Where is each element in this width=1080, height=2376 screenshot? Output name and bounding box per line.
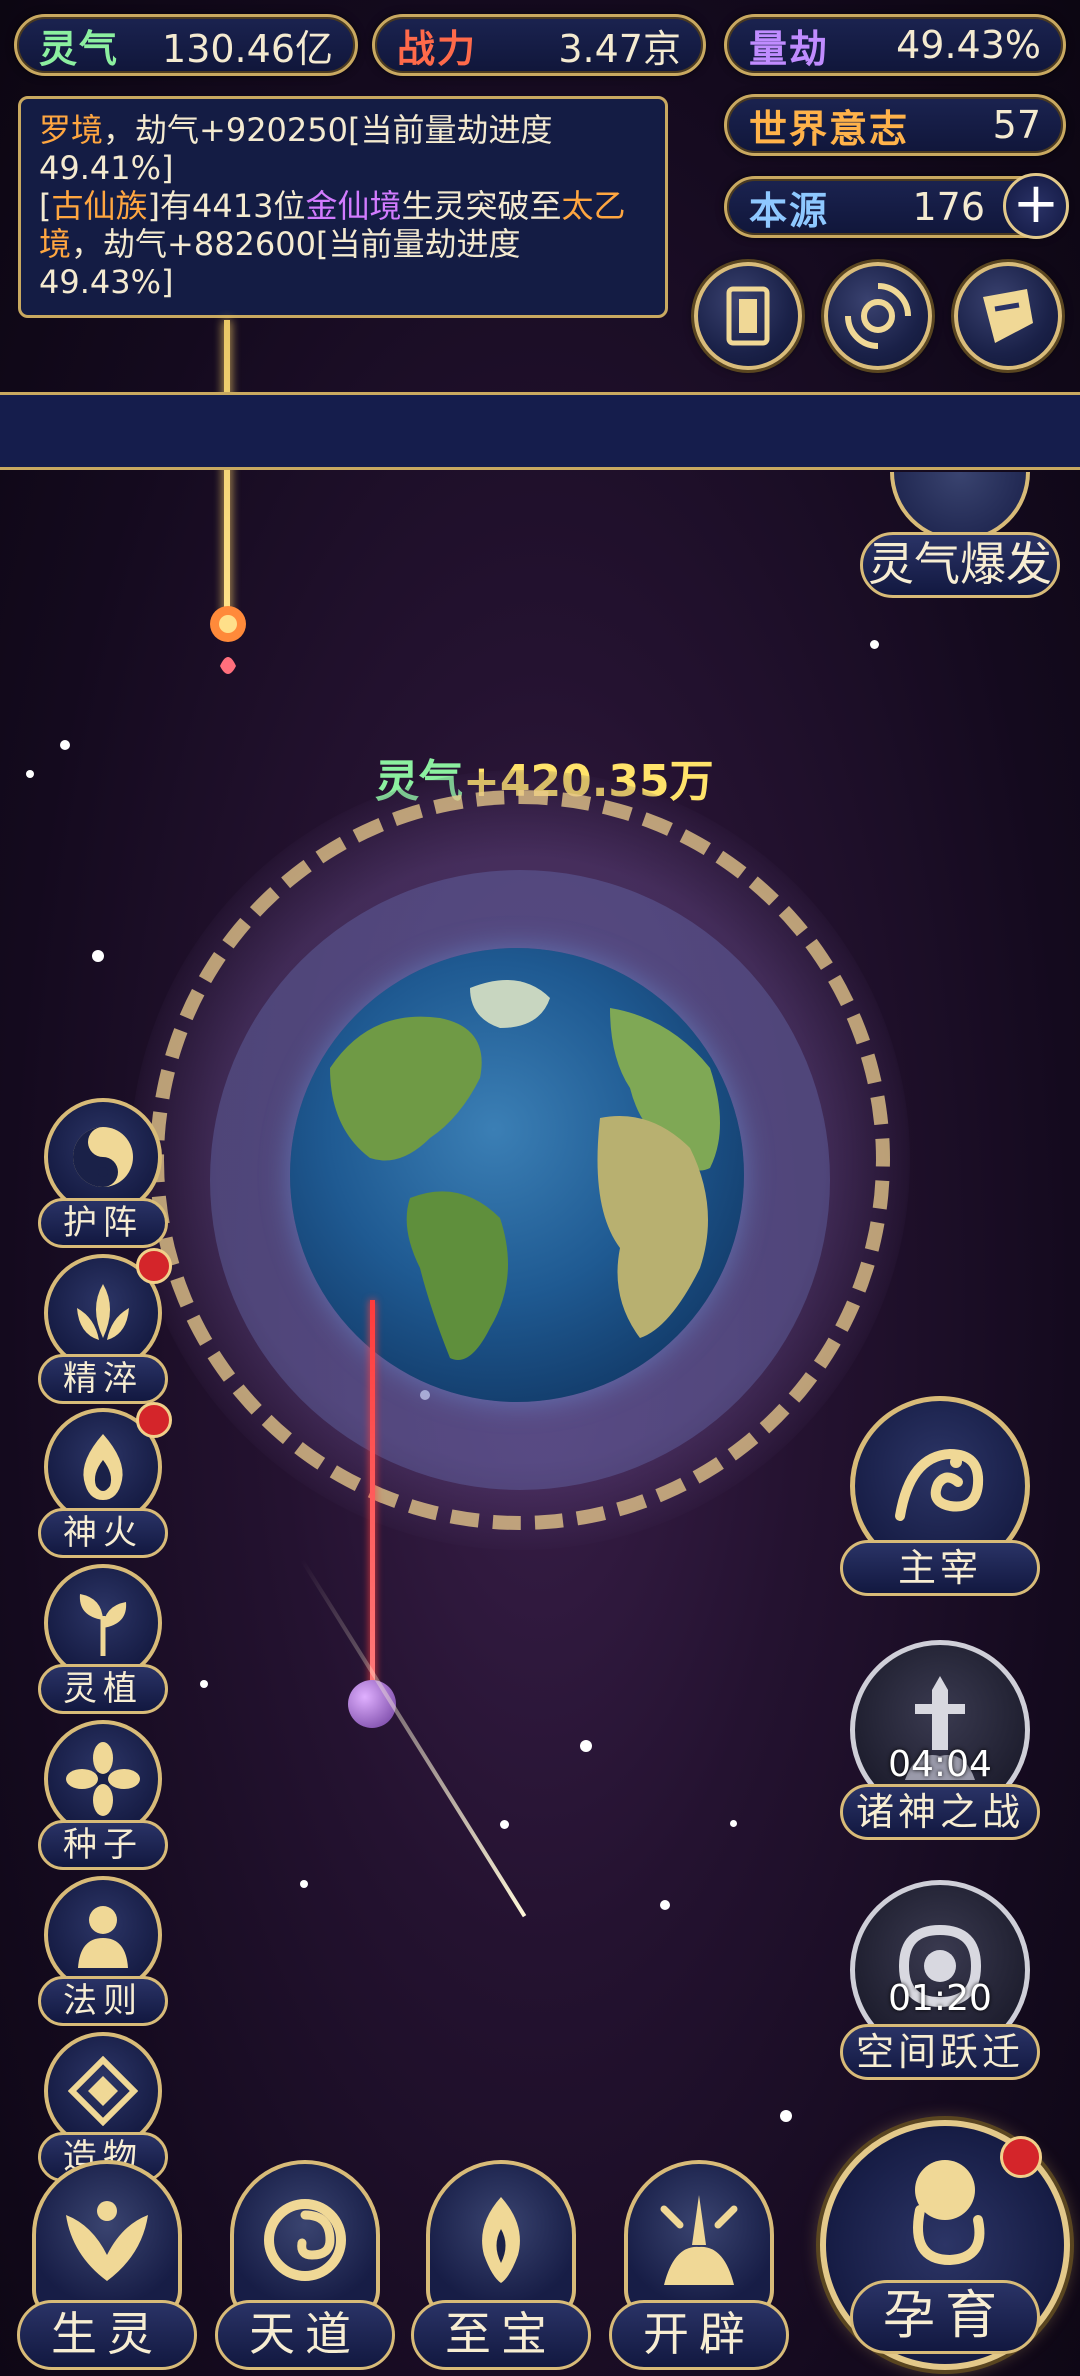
shijie-label: 世界意志 [749, 106, 910, 151]
feature-lingzhi[interactable]: 灵植 [38, 1564, 168, 1714]
notification-badge [136, 1248, 172, 1284]
scroll-icon [983, 289, 1033, 343]
feature-label: 诸神之战 [840, 1784, 1040, 1840]
log-text: 生灵突破至 [401, 187, 562, 225]
feature-label: 法则 [38, 1976, 168, 2026]
nav-label: 开辟 [609, 2300, 789, 2370]
treasure-icon [426, 2160, 576, 2320]
lingqi-label: 灵气 [39, 26, 120, 71]
feature-gods-war[interactable]: 04:04 诸神之战 [840, 1640, 1040, 1840]
star [580, 1740, 592, 1752]
benyuan-value: 176 [912, 185, 985, 229]
nav-tiandao[interactable]: 天道 [210, 2160, 400, 2370]
feature-label: 神火 [38, 1508, 168, 1558]
notification-badge [136, 1402, 172, 1438]
star [500, 1820, 509, 1829]
phoenix-icon [32, 2160, 182, 2320]
energy-beam [224, 320, 230, 620]
liangjie-value: 49.43% [896, 23, 1041, 67]
feature-label: 种子 [38, 1820, 168, 1870]
burst-label: 灵气爆发 [860, 532, 1060, 598]
nurture-label: 孕育 [850, 2280, 1040, 2354]
earth-globe[interactable] [290, 948, 744, 1402]
feature-label: 主宰 [840, 1540, 1040, 1596]
log-text: ]有4413位 [147, 187, 306, 225]
star [300, 1880, 308, 1888]
feature-zhuzai[interactable]: 主宰 [840, 1396, 1040, 1596]
log-text: [ [39, 187, 52, 225]
card-button[interactable] [694, 262, 802, 370]
zhanli-value: 3.47京 [558, 26, 681, 71]
star [200, 1680, 208, 1688]
space-jump-timer: 01:20 [888, 1978, 992, 2019]
log-line-1: 罗境，劫气+920250[当前量劫进度49.41%] [39, 111, 647, 187]
benyuan-label: 本源 [749, 188, 830, 233]
laser-beam [370, 1300, 375, 1690]
embryo-icon [913, 2160, 985, 2266]
cloud-swirl-icon [230, 2160, 380, 2320]
liangjie-label: 量劫 [749, 26, 830, 71]
info-banner [0, 392, 1080, 470]
nurture-button[interactable]: 孕育 [820, 2120, 1070, 2370]
star [92, 950, 104, 962]
continents [330, 980, 720, 1360]
lingqi-value: 130.46亿 [162, 26, 333, 71]
lingqi-burst-button[interactable]: 灵气爆发 [860, 472, 1060, 602]
log-text: ，劫气+920250[当前量劫进度49.41%] [39, 111, 553, 187]
log-realm: 罗境 [39, 111, 104, 149]
event-log: 罗境，劫气+920250[当前量劫进度49.41%] [古仙族]有4413位金仙… [18, 96, 668, 318]
star [870, 640, 879, 649]
log-realm-from: 金仙境 [305, 187, 402, 225]
log-line-2: [古仙族]有4413位金仙境生灵突破至太乙境，劫气+882600[当前量劫进度4… [39, 187, 647, 301]
notification-badge [1000, 2136, 1042, 2178]
vortex-button[interactable] [824, 262, 932, 370]
feature-space-jump[interactable]: 01:20 空间跃迁 [840, 1880, 1040, 2080]
shijie-value: 57 [992, 103, 1041, 147]
star [60, 740, 70, 750]
gods-war-timer: 04:04 [888, 1744, 992, 1785]
nav-label: 至宝 [411, 2300, 591, 2370]
feature-huzhen[interactable]: 护阵 [38, 1098, 168, 1248]
feature-label: 护阵 [38, 1198, 168, 1248]
feature-zhongzi[interactable]: 种子 [38, 1720, 168, 1870]
feature-label: 灵植 [38, 1664, 168, 1714]
feature-shenhuo[interactable]: 神火 [38, 1402, 172, 1558]
liangjie-stat[interactable]: 量劫 49.43% [724, 14, 1066, 76]
nav-label: 生灵 [17, 2300, 197, 2370]
zhanli-label: 战力 [397, 26, 478, 71]
log-text: ，劫气+882600[当前量劫进度49.43%] [39, 225, 521, 301]
shijie-stat[interactable]: 世界意志 57 [724, 94, 1066, 156]
scroll-button[interactable] [954, 262, 1062, 370]
benyuan-stat[interactable]: 本源 176 + [724, 173, 1069, 239]
log-clan: 古仙族 [51, 187, 148, 225]
star [660, 1900, 670, 1910]
star [26, 770, 34, 778]
feature-jingcui[interactable]: 精淬 [38, 1248, 172, 1404]
nav-shengling[interactable]: 生灵 [12, 2160, 202, 2370]
shooting-star [300, 1558, 527, 1918]
card-icon [726, 286, 770, 346]
feature-faze[interactable]: 法则 [38, 1876, 168, 2026]
zhanli-stat[interactable]: 战力 3.47京 [372, 14, 706, 76]
nav-kaipi[interactable]: 开辟 [604, 2160, 794, 2370]
lingqi-stat[interactable]: 灵气 130.46亿 [14, 14, 358, 76]
star [780, 2110, 792, 2122]
nav-label: 天道 [215, 2300, 395, 2370]
star [730, 1820, 737, 1827]
benyuan-plus-button[interactable]: + [1003, 173, 1069, 239]
feature-label: 精淬 [38, 1354, 168, 1404]
vortex-icon [845, 283, 911, 349]
nav-zhibao[interactable]: 至宝 [406, 2160, 596, 2370]
spark-icon [210, 606, 246, 674]
feature-label: 空间跃迁 [840, 2024, 1040, 2080]
axe-icon [624, 2160, 774, 2320]
